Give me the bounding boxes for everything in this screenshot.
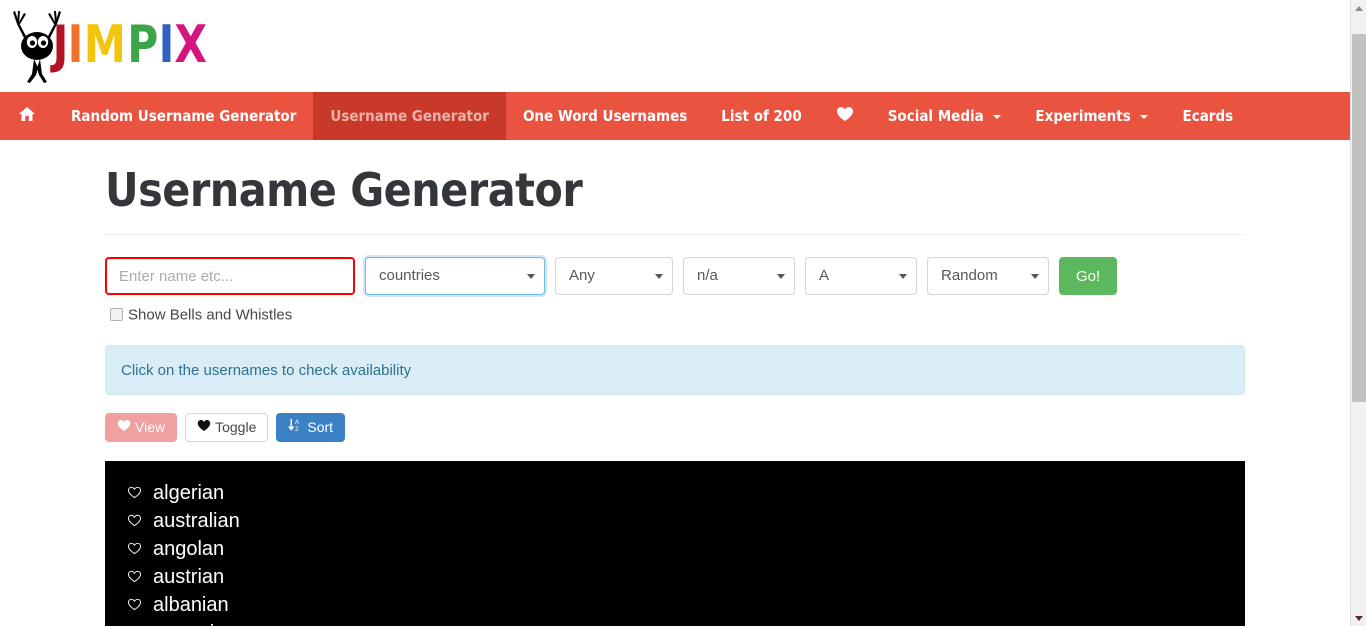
nav-item-list-of-200[interactable]: List of 200 bbox=[704, 92, 818, 140]
result-label: armenian bbox=[153, 622, 236, 626]
heart-outline-icon[interactable] bbox=[127, 535, 143, 563]
generator-form: countries Any n/a A Random Go! bbox=[105, 257, 1245, 295]
scroll-up-arrow[interactable] bbox=[1351, 0, 1366, 16]
result-actions: View Toggle A Z Sort bbox=[105, 412, 1245, 442]
result-label: australian bbox=[153, 509, 240, 532]
svg-text:Z: Z bbox=[295, 427, 299, 432]
sort-alpha-down-icon: A Z bbox=[288, 414, 303, 441]
view-button-label: View bbox=[135, 418, 166, 435]
logo-letter-3: P bbox=[127, 13, 158, 75]
toggle-button-label: Toggle bbox=[215, 418, 257, 435]
random-select-value: Random bbox=[927, 257, 1049, 295]
main-content: Username Generator countries Any n/a A bbox=[0, 140, 1350, 626]
nav-label: Username Generator bbox=[330, 107, 489, 125]
title-divider bbox=[105, 234, 1245, 235]
heart-icon bbox=[836, 93, 854, 141]
home-icon bbox=[18, 93, 36, 141]
any-select-value: Any bbox=[555, 257, 673, 295]
result-item[interactable]: algerian bbox=[105, 479, 1245, 507]
logo-letter-5: X bbox=[174, 13, 207, 75]
chevron-down-icon bbox=[1355, 616, 1363, 621]
view-button[interactable]: View bbox=[105, 412, 178, 442]
nav-item-experiments[interactable]: Experiments bbox=[1018, 92, 1165, 140]
chevron-down-icon bbox=[993, 114, 1002, 119]
site-logo[interactable]: JIMPIX bbox=[8, 2, 207, 84]
any-select[interactable]: Any bbox=[555, 257, 673, 295]
nav-label: List of 200 bbox=[721, 107, 802, 125]
show-bells-and-whistles-label[interactable]: Show Bells and Whistles bbox=[128, 307, 292, 324]
heart-outline-icon[interactable] bbox=[127, 563, 143, 591]
result-label: albanian bbox=[153, 593, 229, 616]
show-bells-and-whistles-checkbox[interactable] bbox=[110, 307, 123, 321]
result-item[interactable]: armenian bbox=[105, 619, 1245, 626]
nav-item-social-media[interactable]: Social Media bbox=[871, 92, 1019, 140]
heart-filled-icon bbox=[117, 414, 131, 441]
heart-outline-icon[interactable] bbox=[127, 479, 143, 507]
nav-item-favourites[interactable] bbox=[819, 92, 871, 140]
result-item[interactable]: australian bbox=[105, 507, 1245, 535]
scrollbar-thumb[interactable] bbox=[1352, 33, 1366, 403]
random-select[interactable]: Random bbox=[927, 257, 1049, 295]
main-navigation: Random Username Generator Username Gener… bbox=[0, 92, 1350, 140]
result-item[interactable]: albanian bbox=[105, 591, 1245, 619]
result-item[interactable]: austrian bbox=[105, 563, 1245, 591]
logo-letter-2: M bbox=[84, 13, 126, 75]
site-header: JIMPIX bbox=[0, 0, 1350, 92]
heart-outline-icon[interactable] bbox=[127, 591, 143, 619]
name-input[interactable] bbox=[105, 257, 355, 295]
logo-letter-1: I bbox=[67, 13, 84, 75]
availability-info-alert: Click on the usernames to check availabi… bbox=[105, 344, 1245, 395]
nav-label: One Word Usernames bbox=[522, 107, 688, 125]
logo-wordmark: JIMPIX bbox=[52, 14, 207, 74]
letter-select-value: A bbox=[805, 257, 917, 295]
nav-item-ecards[interactable]: Ecards bbox=[1165, 92, 1250, 140]
page-viewport: JIMPIX Random Username Generator Usernam… bbox=[0, 0, 1350, 626]
bells-and-whistles-row: Show Bells and Whistles bbox=[105, 306, 1245, 324]
toggle-button[interactable]: Toggle bbox=[185, 412, 269, 442]
sort-button[interactable]: A Z Sort bbox=[276, 412, 346, 442]
page-title: Username Generator bbox=[105, 163, 583, 217]
scroll-down-arrow[interactable] bbox=[1351, 610, 1366, 626]
heart-outline-icon[interactable] bbox=[127, 507, 143, 535]
nav-item-one-word-usernames[interactable]: One Word Usernames bbox=[506, 92, 704, 140]
nav-label: Ecards bbox=[1182, 107, 1234, 125]
logo-letter-4: I bbox=[158, 13, 174, 75]
heart-outline-icon[interactable] bbox=[127, 619, 143, 626]
nav-item-home[interactable] bbox=[0, 92, 54, 140]
sort-button-label: Sort bbox=[307, 418, 334, 435]
na-select[interactable]: n/a bbox=[683, 257, 795, 295]
nav-label: Experiments bbox=[1035, 107, 1131, 125]
nav-item-username-generator[interactable]: Username Generator bbox=[313, 92, 506, 140]
na-select-value: n/a bbox=[683, 257, 795, 295]
page-scrollbar[interactable] bbox=[1350, 0, 1366, 626]
result-item[interactable]: angolan bbox=[105, 535, 1245, 563]
letter-select[interactable]: A bbox=[805, 257, 917, 295]
svg-text:A: A bbox=[295, 420, 299, 426]
chevron-up-icon bbox=[1355, 6, 1363, 11]
heart-filled-icon bbox=[197, 414, 211, 441]
logo-letter-0: J bbox=[52, 13, 69, 75]
nav-label: Social Media bbox=[887, 107, 984, 125]
result-label: angolan bbox=[153, 537, 225, 560]
category-select[interactable]: countries bbox=[365, 257, 545, 295]
chevron-down-icon bbox=[1140, 114, 1149, 119]
go-button[interactable]: Go! bbox=[1059, 257, 1118, 295]
results-panel: algerian australian angolan austrian alb… bbox=[105, 460, 1245, 626]
result-label: algerian bbox=[153, 481, 225, 504]
category-select-value: countries bbox=[365, 257, 545, 295]
nav-item-random-username-generator[interactable]: Random Username Generator bbox=[54, 92, 313, 140]
nav-label: Random Username Generator bbox=[71, 107, 297, 125]
result-label: austrian bbox=[153, 565, 225, 588]
